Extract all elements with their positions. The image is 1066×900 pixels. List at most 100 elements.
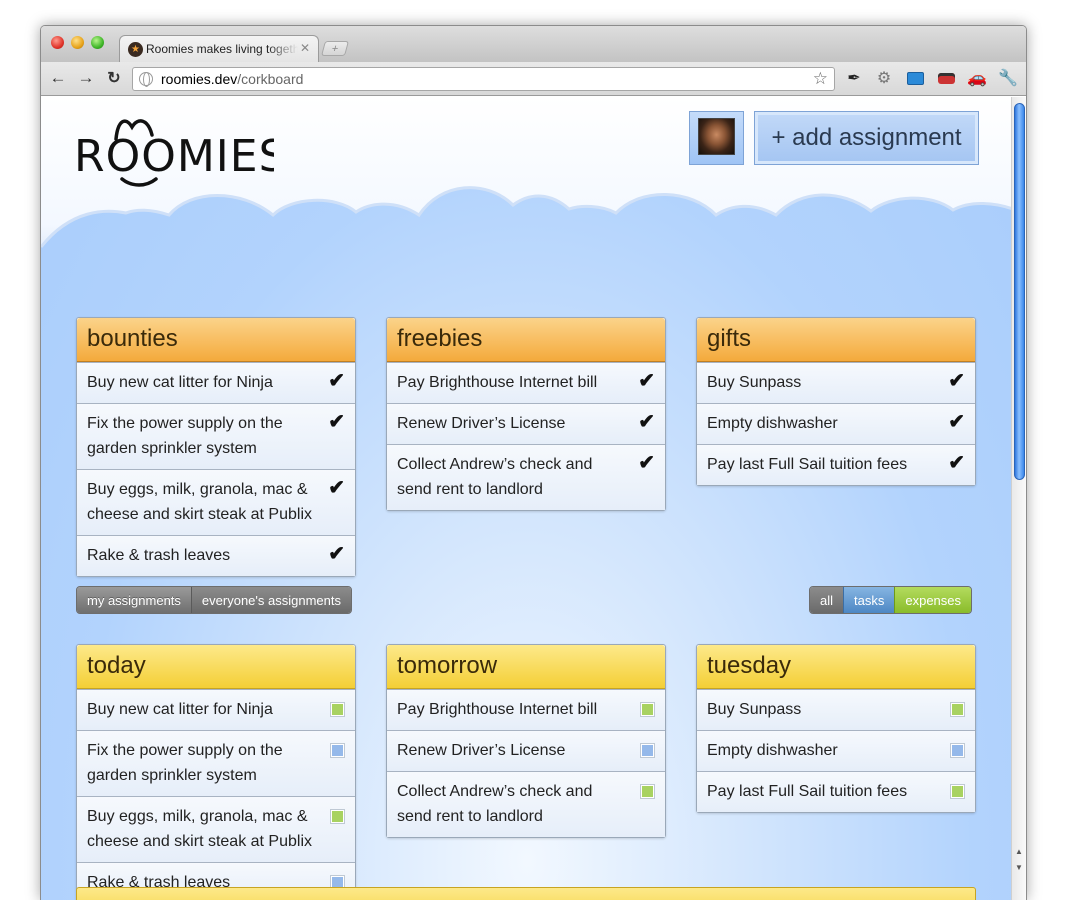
check-icon[interactable]: ✔ xyxy=(328,370,345,392)
list-item[interactable]: Rake & trash leaves ✔ xyxy=(77,535,355,576)
browser-window: ★ Roomies makes living together ✕ + ← → … xyxy=(40,25,1027,900)
list-item[interactable]: Collect Andrew’s check and send rent to … xyxy=(387,771,665,837)
item-text: Empty dishwasher xyxy=(707,742,838,759)
list-item[interactable]: Empty dishwasher xyxy=(697,730,975,771)
card-title: bounties xyxy=(77,318,355,362)
type-filter-toggle: all tasks expenses xyxy=(809,586,973,614)
wrench-icon[interactable]: 🔧 xyxy=(998,69,1018,89)
item-text: Renew Driver’s License xyxy=(397,742,566,759)
item-text: Fix the power supply on the garden sprin… xyxy=(87,415,283,457)
bookmark-star-icon[interactable]: ☆ xyxy=(813,69,828,89)
tab-strip: ★ Roomies makes living together ✕ + xyxy=(41,26,1026,62)
list-item[interactable]: Empty dishwasher ✔ xyxy=(697,403,975,444)
task-marker-icon xyxy=(331,744,344,757)
list-item[interactable]: Buy Sunpass xyxy=(697,689,975,730)
card-title: gifts xyxy=(697,318,975,362)
logo-text: ROOMIES xyxy=(74,131,274,182)
expense-marker-icon xyxy=(951,785,964,798)
list-item[interactable]: Pay Brighthouse Internet bill xyxy=(387,689,665,730)
globe-icon xyxy=(139,72,153,87)
reload-icon[interactable]: ↻ xyxy=(104,68,124,88)
gear-extension-icon[interactable]: ⚙ xyxy=(874,69,894,89)
item-text: Buy eggs, milk, granola, mac & cheese an… xyxy=(87,481,313,523)
check-icon[interactable]: ✔ xyxy=(328,477,345,499)
screenshot-extension-icon[interactable] xyxy=(905,69,925,89)
address-bar[interactable]: roomies.dev/corkboard ☆ xyxy=(132,67,835,91)
scroll-down-arrow-icon[interactable]: ▼ xyxy=(1012,863,1026,872)
everyones-assignments-toggle[interactable]: everyone's assignments xyxy=(191,587,351,613)
roomies-logo[interactable]: ROOMIES xyxy=(74,109,274,189)
item-text: Pay Brighthouse Internet bill xyxy=(397,701,598,718)
card-title: tuesday xyxy=(697,645,975,689)
card-title: tomorrow xyxy=(387,645,665,689)
expense-marker-icon xyxy=(331,810,344,823)
close-tab-icon[interactable]: ✕ xyxy=(300,41,310,55)
expense-marker-icon xyxy=(641,703,654,716)
filter-expenses-toggle[interactable]: expenses xyxy=(894,587,972,613)
item-text: Buy new cat litter for Ninja xyxy=(87,701,273,718)
list-item[interactable]: Renew Driver’s License ✔ xyxy=(387,403,665,444)
roomies-favicon-icon: ★ xyxy=(128,41,143,57)
item-text: Collect Andrew’s check and send rent to … xyxy=(397,456,593,498)
check-icon[interactable]: ✔ xyxy=(948,452,965,474)
minimize-window-icon[interactable] xyxy=(71,36,84,49)
item-text: Rake & trash leaves xyxy=(87,547,231,564)
list-item[interactable]: Pay last Full Sail tuition fees ✔ xyxy=(697,444,975,485)
tuesday-card: tuesday Buy Sunpass Empty dishwasher Pay… xyxy=(696,644,976,813)
tomorrow-card: tomorrow Pay Brighthouse Internet bill R… xyxy=(386,644,666,838)
today-card: today Buy new cat litter for Ninja Fix t… xyxy=(76,644,356,900)
check-icon[interactable]: ✔ xyxy=(328,411,345,433)
list-item[interactable]: Buy new cat litter for Ninja xyxy=(77,689,355,730)
next-section-card xyxy=(76,887,976,900)
check-icon[interactable]: ✔ xyxy=(328,543,345,565)
filter-all-toggle[interactable]: all xyxy=(810,587,844,613)
list-item[interactable]: Fix the power supply on the garden sprin… xyxy=(77,403,355,469)
expense-marker-icon xyxy=(331,703,344,716)
vertical-scrollbar[interactable]: ▲ ▼ xyxy=(1011,97,1026,900)
item-text: Buy Sunpass xyxy=(707,701,802,718)
list-item[interactable]: Buy new cat litter for Ninja ✔ xyxy=(77,362,355,403)
item-text: Pay last Full Sail tuition fees xyxy=(707,456,908,473)
close-window-icon[interactable] xyxy=(51,36,64,49)
red-car-extension-icon[interactable]: 🚗 xyxy=(967,69,987,89)
card-title: freebies xyxy=(387,318,665,362)
add-assignment-button[interactable]: + add assignment xyxy=(754,111,979,165)
incognito-mask-icon[interactable] xyxy=(936,69,956,89)
expense-marker-icon xyxy=(951,703,964,716)
item-text: Buy eggs, milk, granola, mac & cheese an… xyxy=(87,808,313,850)
user-avatar-button[interactable] xyxy=(689,111,744,165)
new-tab-button[interactable]: + xyxy=(320,41,350,56)
freebies-card: freebies Pay Brighthouse Internet bill ✔ … xyxy=(386,317,666,511)
item-text: Pay last Full Sail tuition fees xyxy=(707,783,908,800)
scroll-up-arrow-icon[interactable]: ▲ xyxy=(1012,847,1026,856)
check-icon[interactable]: ✔ xyxy=(638,452,655,474)
scrollbar-thumb[interactable] xyxy=(1014,103,1025,480)
pen-tool-extension-icon[interactable]: ✒ xyxy=(844,69,864,89)
my-assignments-toggle[interactable]: my assignments xyxy=(77,587,192,613)
list-item[interactable]: Renew Driver’s License xyxy=(387,730,665,771)
check-icon[interactable]: ✔ xyxy=(638,370,655,392)
filter-tasks-toggle[interactable]: tasks xyxy=(843,587,895,613)
item-text: Renew Driver’s License xyxy=(397,415,566,432)
check-icon[interactable]: ✔ xyxy=(948,411,965,433)
list-item[interactable]: Collect Andrew’s check and send rent to … xyxy=(387,444,665,510)
browser-tab[interactable]: ★ Roomies makes living together ✕ xyxy=(119,35,319,62)
forward-arrow-icon[interactable]: → xyxy=(76,68,96,88)
check-icon[interactable]: ✔ xyxy=(948,370,965,392)
tab-title: Roomies makes living together xyxy=(146,42,298,56)
list-item[interactable]: Pay Brighthouse Internet bill ✔ xyxy=(387,362,665,403)
list-item[interactable]: Buy eggs, milk, granola, mac & cheese an… xyxy=(77,796,355,862)
list-item[interactable]: Pay last Full Sail tuition fees xyxy=(697,771,975,812)
item-text: Empty dishwasher xyxy=(707,415,838,432)
page-viewport: ROOMIES + add assignment bounties Buy ne… xyxy=(41,97,1013,900)
back-arrow-icon[interactable]: ← xyxy=(48,68,68,88)
list-item[interactable]: Fix the power supply on the garden sprin… xyxy=(77,730,355,796)
zoom-window-icon[interactable] xyxy=(91,36,104,49)
check-icon[interactable]: ✔ xyxy=(638,411,655,433)
list-item[interactable]: Buy Sunpass ✔ xyxy=(697,362,975,403)
item-text: Fix the power supply on the garden sprin… xyxy=(87,742,283,784)
url-host: roomies.dev xyxy=(161,71,238,87)
list-item[interactable]: Buy eggs, milk, granola, mac & cheese an… xyxy=(77,469,355,535)
expense-marker-icon xyxy=(641,785,654,798)
avatar xyxy=(698,118,735,155)
